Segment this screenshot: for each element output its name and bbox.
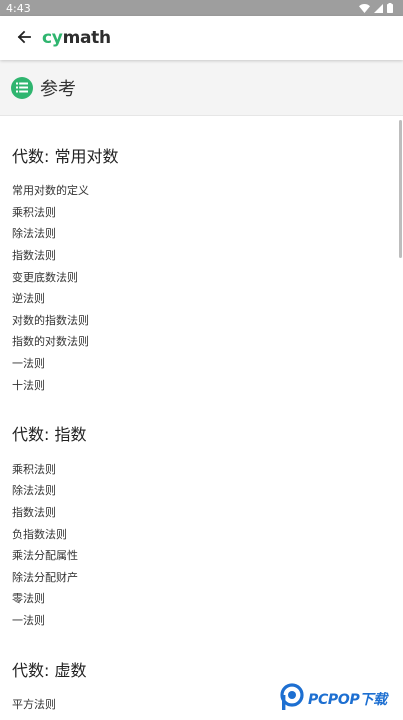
list-item[interactable]: 一法则 — [12, 614, 45, 628]
reference-header: 参考 — [0, 60, 403, 116]
list-item[interactable]: 负指数法则 — [12, 528, 67, 542]
list-item[interactable]: 一法则 — [12, 357, 45, 371]
status-time: 4:43 — [6, 1, 31, 15]
list-item[interactable]: 对数的指数法则 — [12, 314, 89, 328]
status-bar: 4:43 — [0, 0, 403, 16]
back-button[interactable] — [12, 26, 36, 50]
logo-cy: cy — [42, 28, 63, 48]
battery-icon — [387, 3, 393, 13]
list-item[interactable]: 指数的对数法则 — [12, 335, 89, 349]
list-item[interactable]: 零法则 — [12, 592, 45, 606]
list-item[interactable]: 常用对数的定义 — [12, 184, 89, 198]
watermark: PCPOP下载 — [279, 683, 387, 715]
wifi-icon — [359, 3, 370, 13]
list-item[interactable]: 除法法则 — [12, 227, 56, 241]
list-item[interactable]: 乘积法则 — [12, 463, 56, 477]
app-logo: cymath — [42, 28, 111, 48]
list-item[interactable]: 指数法则 — [12, 249, 56, 263]
logo-math: math — [62, 28, 112, 48]
arrow-left-icon — [17, 29, 31, 48]
list-item[interactable]: 指数法则 — [12, 506, 56, 520]
list-item[interactable]: 除法分配财产 — [12, 571, 78, 585]
list-item[interactable]: 变更底数法则 — [12, 271, 78, 285]
list-item[interactable]: 平方法则 — [12, 698, 56, 712]
scrollbar[interactable] — [399, 120, 402, 258]
watermark-text: PCPOP下载 — [308, 692, 387, 708]
reference-title: 参考 — [40, 78, 76, 100]
list-item[interactable]: 乘积法则 — [12, 206, 56, 220]
section-title-common-log: 代数: 常用对数 — [12, 147, 119, 166]
list-icon — [11, 76, 33, 99]
section-title-exponents: 代数: 指数 — [12, 425, 87, 444]
list-item[interactable]: 逆法则 — [12, 292, 45, 306]
section-title-imaginary: 代数: 虚数 — [12, 661, 87, 680]
reference-list: 代数: 常用对数 常用对数的定义 乘积法则 除法法则 指数法则 变更底数法则 逆… — [0, 117, 403, 720]
status-icons — [359, 3, 393, 13]
watermark-logo-icon — [279, 683, 305, 715]
app-bar: cymath — [0, 16, 403, 60]
list-item[interactable]: 除法法则 — [12, 484, 56, 498]
list-item[interactable]: 乘法分配属性 — [12, 549, 78, 563]
signal-icon — [374, 3, 383, 13]
app-screen: 4:43 cymath 参考 代数: 常用对数 常用对数的定义 乘积法则 除法法… — [0, 0, 403, 720]
list-item[interactable]: 十法则 — [12, 379, 45, 393]
